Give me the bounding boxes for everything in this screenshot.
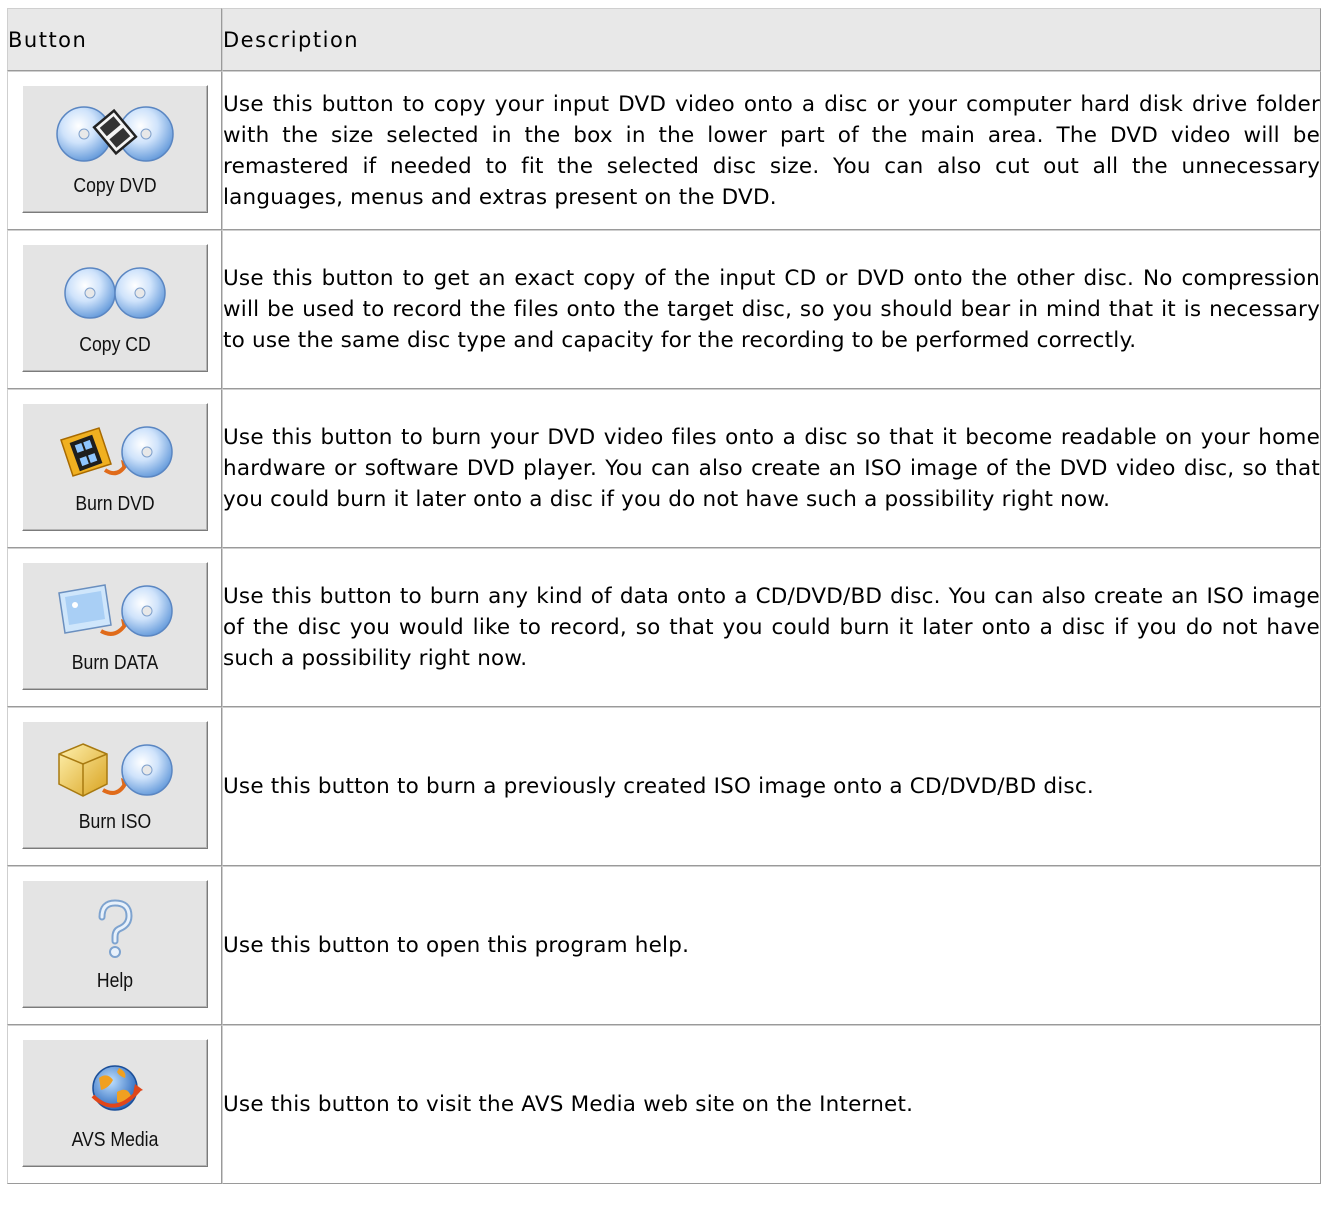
button-cell: Burn DATA <box>7 548 222 707</box>
description-cell: Use this button to burn your DVD video f… <box>222 389 1321 548</box>
burn-dvd-icon <box>59 425 173 478</box>
help-icon <box>98 898 133 958</box>
button-cell: Copy CD <box>7 230 222 389</box>
copy-cd-icon <box>63 266 166 319</box>
button-label: AVS Media <box>71 1128 158 1151</box>
table-row: AVS Media Use this button to visit the A… <box>7 1025 1321 1184</box>
description-cell: Use this button to open this program hel… <box>222 866 1321 1025</box>
button-cell: Help <box>7 866 222 1025</box>
description-cell: Use this button to burn a previously cre… <box>222 707 1321 866</box>
button-label: Burn ISO <box>78 810 151 833</box>
header-description: Description <box>222 8 1321 71</box>
table-row: Help Use this button to open this progra… <box>7 866 1321 1025</box>
description-cell: Use this button to burn any kind of data… <box>222 548 1321 707</box>
button-label: Burn DVD <box>74 492 155 515</box>
avs-media-icon <box>91 1064 143 1111</box>
description-cell: Use this button to copy your input DVD v… <box>222 71 1321 230</box>
burn-data-button[interactable]: Burn DATA <box>21 561 208 690</box>
burn-iso-icon <box>57 742 173 797</box>
burn-iso-button[interactable]: Burn ISO <box>21 720 208 849</box>
description-cell: Use this button to visit the AVS Media w… <box>222 1025 1321 1184</box>
copy-dvd-icon <box>55 105 174 162</box>
button-cell: Burn ISO <box>7 707 222 866</box>
button-reference-table: Button Description Copy DVD Use this but… <box>7 8 1321 1184</box>
help-button[interactable]: Help <box>21 879 208 1008</box>
button-label: Copy DVD <box>72 174 157 197</box>
table-row: Burn ISO Use this button to burn a previ… <box>7 707 1321 866</box>
button-cell: Copy DVD <box>7 71 222 230</box>
button-label: Copy CD <box>78 333 151 356</box>
table-row: Burn DATA Use this button to burn any ki… <box>7 548 1321 707</box>
table-row: Burn DVD Use this button to burn your DV… <box>7 389 1321 548</box>
avs-media-button[interactable]: AVS Media <box>21 1038 208 1167</box>
description-cell: Use this button to get an exact copy of … <box>222 230 1321 389</box>
burn-data-icon <box>57 583 173 637</box>
copy-cd-button[interactable]: Copy CD <box>21 243 208 372</box>
button-label: Burn DATA <box>71 651 158 674</box>
button-cell: Burn DVD <box>7 389 222 548</box>
button-label: Help <box>96 969 133 992</box>
header-button: Button <box>7 8 222 71</box>
copy-dvd-button[interactable]: Copy DVD <box>21 84 208 213</box>
burn-dvd-button[interactable]: Burn DVD <box>21 402 208 531</box>
button-cell: AVS Media <box>7 1025 222 1184</box>
table-row: Copy CD Use this button to get an exact … <box>7 230 1321 389</box>
table-row: Copy DVD Use this button to copy your in… <box>7 71 1321 230</box>
table-header-row: Button Description <box>7 8 1321 71</box>
